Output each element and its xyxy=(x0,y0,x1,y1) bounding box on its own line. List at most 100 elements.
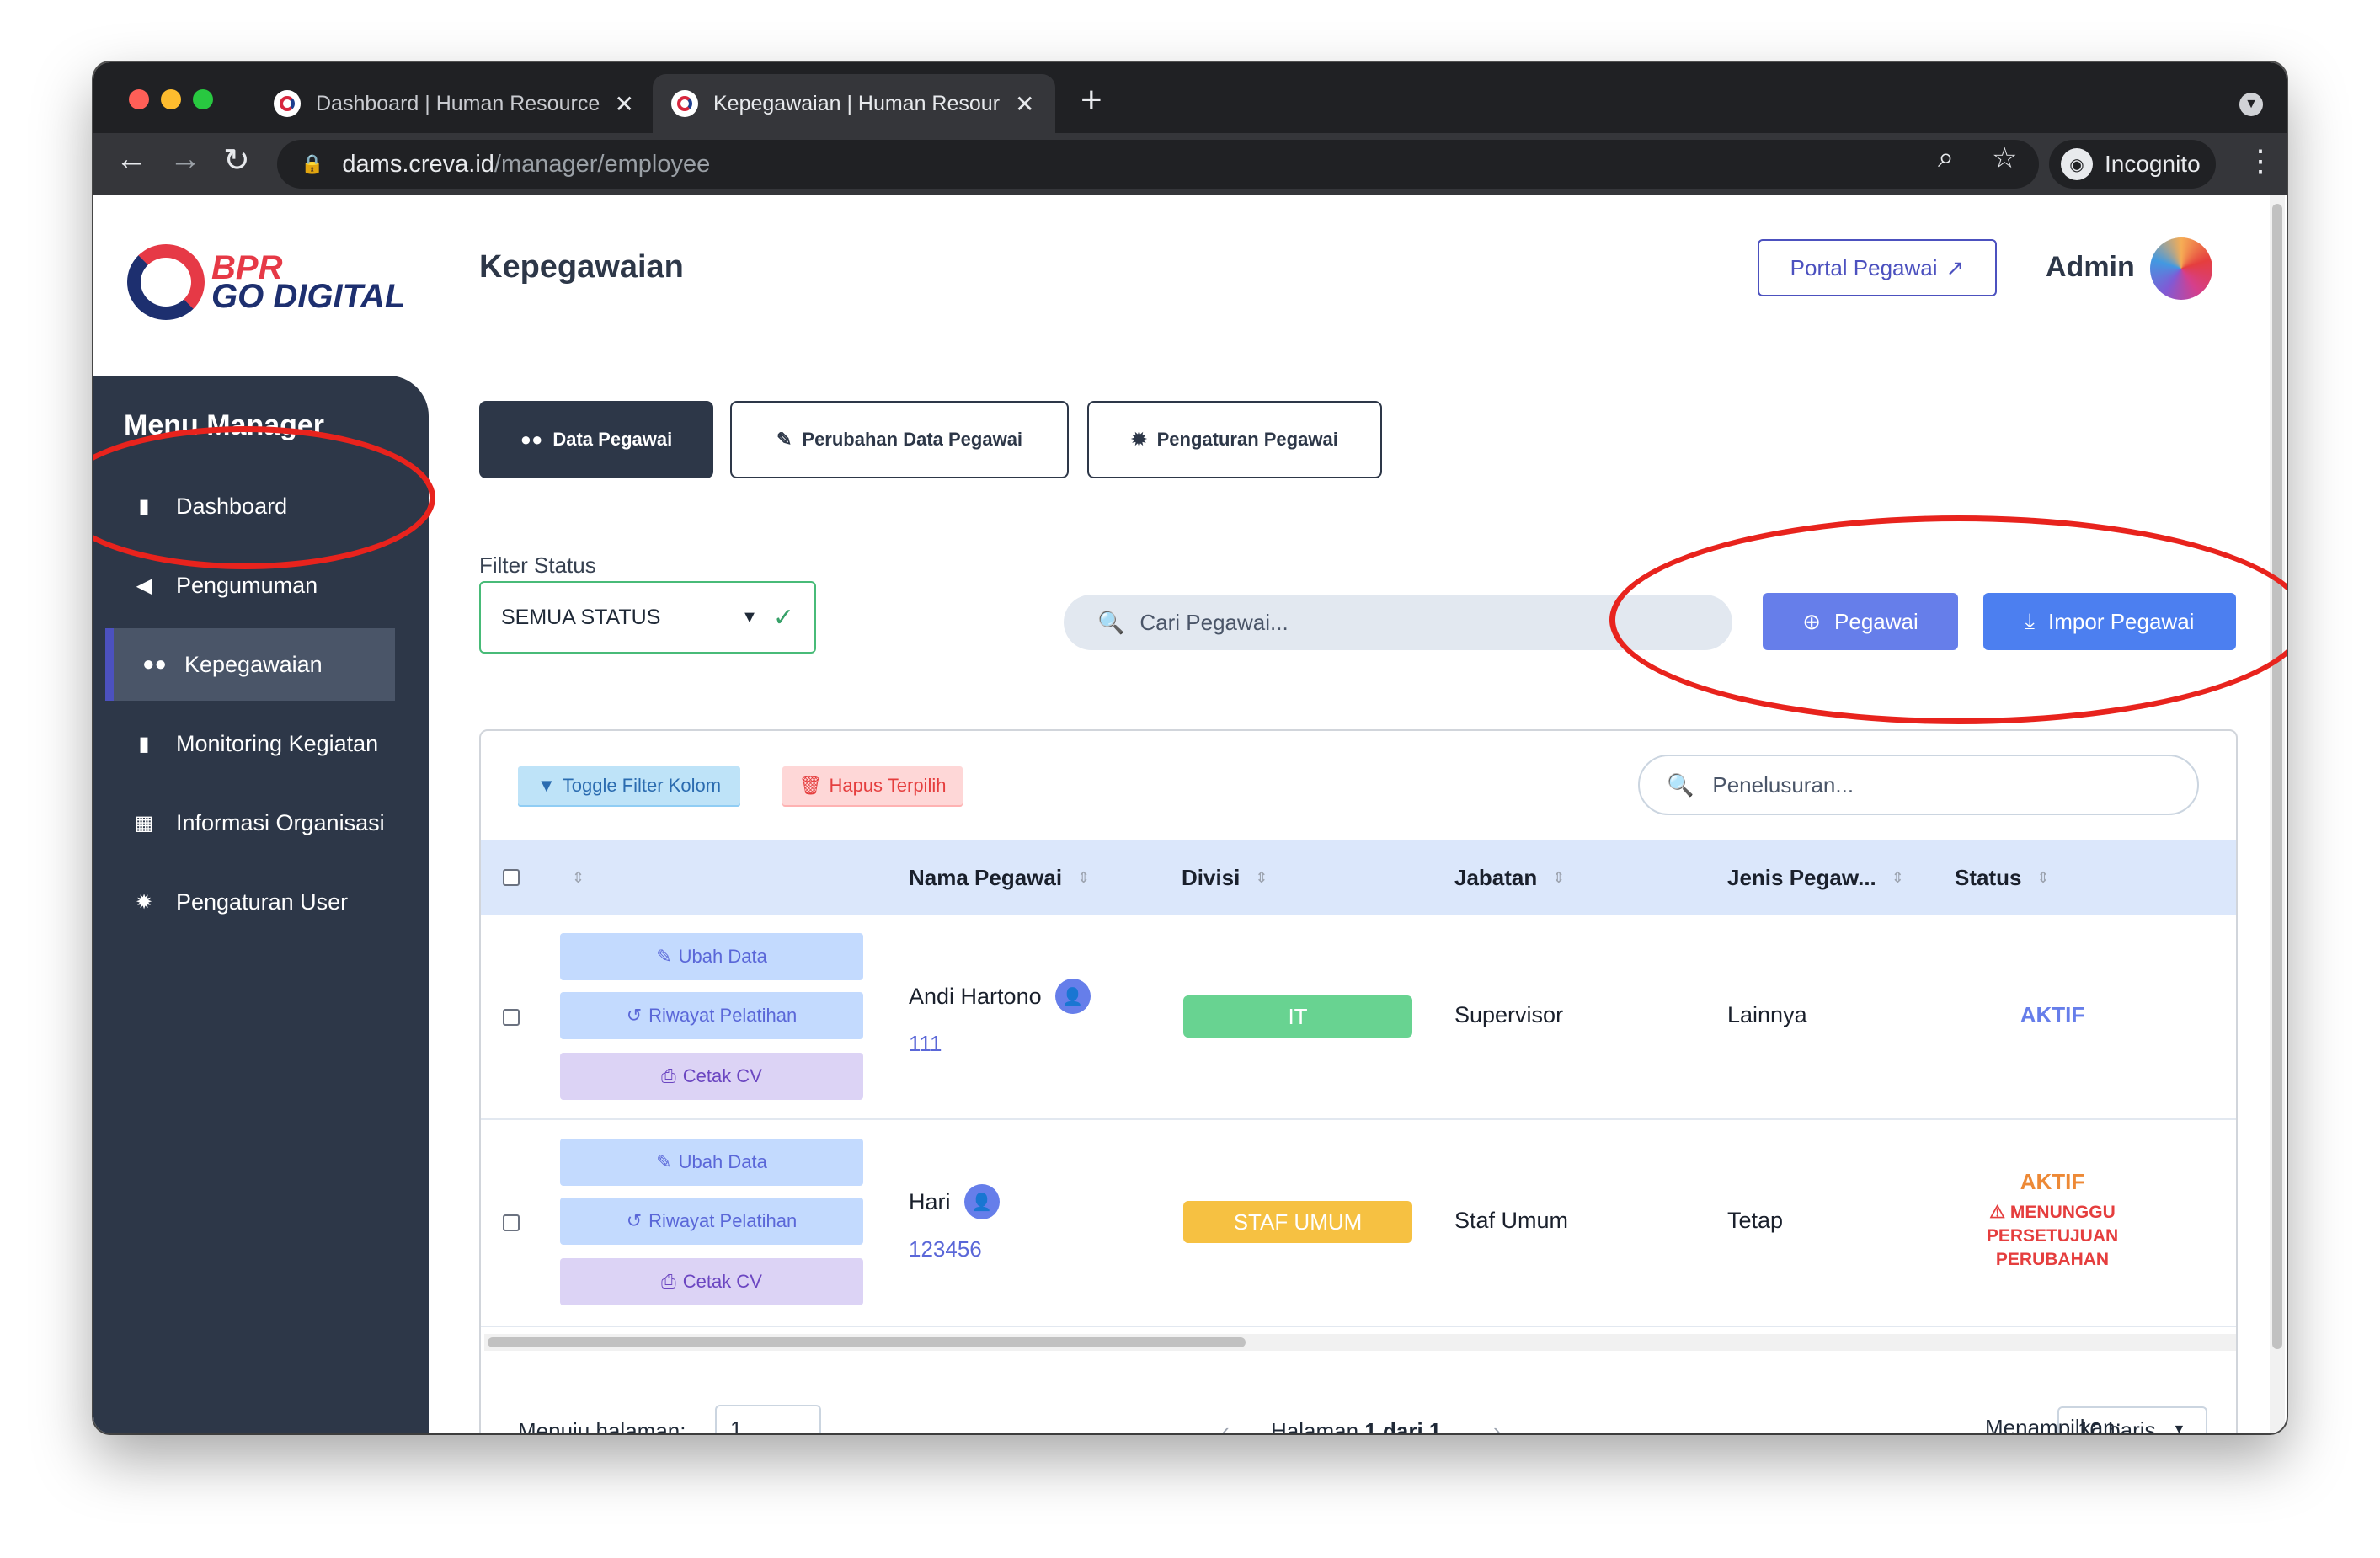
select-all-checkbox[interactable] xyxy=(503,869,520,886)
table-search-input[interactable]: 🔍 Penelusuran... xyxy=(1638,755,2199,815)
tab-pengaturan-pegawai[interactable]: ✹ Pengaturan Pegawai xyxy=(1087,401,1382,478)
filter-status-label: Filter Status xyxy=(479,552,596,578)
incognito-indicator[interactable]: ◉ Incognito xyxy=(2049,140,2216,189)
sidebar-item-monitoring-kegiatan[interactable]: ▮ Monitoring Kegiatan xyxy=(124,707,414,780)
goto-page-value: 1 xyxy=(730,1417,743,1433)
sidebar-item-pengaturan-user[interactable]: ✹ Pengaturan User xyxy=(124,866,414,938)
next-page-icon[interactable]: › xyxy=(1493,1418,1501,1433)
employee-id-link[interactable]: 123456 xyxy=(909,1236,982,1262)
sidebar-item-informasi-organisasi[interactable]: ▦ Informasi Organisasi xyxy=(124,787,414,859)
tab-kepegawaian[interactable]: Kepegawaian | Human Resource ✕ xyxy=(653,74,1055,133)
goto-page-label: Menuju halaman: xyxy=(518,1418,686,1433)
sort-icon: ⇕ xyxy=(2036,868,2050,886)
edit-label: Ubah Data xyxy=(678,1151,767,1172)
sort-actions-column[interactable]: ⇕ xyxy=(572,840,584,915)
search-icon: 🔍 xyxy=(1097,609,1125,635)
rows-per-page-select[interactable]: 10 baris ▼ xyxy=(2057,1406,2207,1433)
sort-icon: ⇕ xyxy=(1077,868,1091,886)
status-badge: AKTIF xyxy=(2020,1002,2085,1027)
sort-icon: ⇕ xyxy=(1552,868,1566,886)
reload-icon[interactable]: ↻ xyxy=(223,141,250,179)
tab-perubahan-data-pegawai[interactable]: ✎ Perubahan Data Pegawai xyxy=(730,401,1069,478)
close-tab-icon[interactable]: ✕ xyxy=(615,90,634,118)
close-tab-icon[interactable]: ✕ xyxy=(1015,90,1034,118)
url-host: dams.creva.id xyxy=(342,150,494,178)
zoom-icon[interactable]: ⌕ xyxy=(1938,141,1954,174)
row-checkbox[interactable] xyxy=(503,1009,520,1026)
bookmark-star-icon[interactable]: ☆ xyxy=(1992,141,2017,175)
sidebar-item-label: Informasi Organisasi xyxy=(176,809,385,835)
delete-selected-button[interactable]: 🗑 Hapus Terpilih xyxy=(782,766,963,805)
delete-selected-label: Hapus Terpilih xyxy=(829,775,947,796)
tab-data-pegawai[interactable]: ●● Data Pegawai xyxy=(479,401,713,478)
building-icon: ▦ xyxy=(134,811,154,835)
column-jabatan[interactable]: Jabatan ⇕ xyxy=(1454,840,1565,915)
column-jenis-pegawai[interactable]: Jenis Pegaw... ⇕ xyxy=(1727,840,1904,915)
page-title: Kepegawaian xyxy=(479,249,684,285)
back-icon[interactable]: ← xyxy=(115,141,147,178)
pencil-icon: ✎ xyxy=(656,946,672,967)
sort-icon: ⇕ xyxy=(1891,868,1904,886)
user-edit-icon[interactable]: 👤 xyxy=(963,1184,1000,1219)
print-cv-button[interactable]: ⎙ Cetak CV xyxy=(560,1258,863,1305)
goto-page-input[interactable]: 1 xyxy=(715,1405,821,1433)
employee-name: Andi Hartono 👤 xyxy=(909,979,1091,1014)
user-edit-icon[interactable]: 👤 xyxy=(1054,979,1091,1014)
tab-dashboard[interactable]: Dashboard | Human Resource I ✕ xyxy=(255,74,653,133)
edit-data-button[interactable]: ✎ Ubah Data xyxy=(560,933,863,980)
edit-label: Ubah Data xyxy=(678,946,767,967)
division-badge: STAF UMUM xyxy=(1183,1201,1412,1243)
browser-menu-icon[interactable]: ⋮ xyxy=(2245,143,2276,179)
column-status[interactable]: Status ⇕ xyxy=(1955,840,2050,915)
training-history-button[interactable]: ↺ Riwayat Pelatihan xyxy=(560,992,863,1039)
filter-status-select[interactable]: SEMUA STATUS ▼ ✓ xyxy=(479,581,816,654)
close-window-button[interactable] xyxy=(129,89,149,109)
url-path: /manager/employee xyxy=(494,150,711,178)
browser-toolbar: ← → ↻ 🔒 dams.creva.id/manager/employee ⌕… xyxy=(93,133,2287,195)
search-placeholder: Cari Pegawai... xyxy=(1139,609,1289,635)
minimize-window-button[interactable] xyxy=(161,89,181,109)
caret-down-icon: ▼ xyxy=(2172,1422,2186,1433)
address-bar[interactable]: 🔒 dams.creva.id/manager/employee xyxy=(277,140,2039,189)
check-icon: ✓ xyxy=(772,603,794,632)
forward-icon[interactable]: → xyxy=(169,141,201,178)
training-history-button[interactable]: ↺ Riwayat Pelatihan xyxy=(560,1198,863,1245)
page-prefix: Halaman xyxy=(1271,1418,1359,1433)
history-icon: ↺ xyxy=(626,1005,643,1026)
logo-line2: GO DIGITAL xyxy=(211,278,406,315)
column-divisi[interactable]: Divisi ⇕ xyxy=(1182,840,1267,915)
employee-table-card: ▼ Toggle Filter Kolom 🗑 Hapus Terpilih 🔍 Pe… xyxy=(479,729,2238,1433)
lock-icon: 🔒 xyxy=(301,153,324,174)
print-cv-button[interactable]: ⎙ Cetak CV xyxy=(560,1053,863,1100)
employee-name-text: Hari xyxy=(909,1188,951,1214)
new-tab-button[interactable]: + xyxy=(1081,79,1102,121)
table-horizontal-scrollbar[interactable] xyxy=(484,1334,2236,1351)
table-row: ✎ Ubah Data ↺ Riwayat Pelatihan ⎙ Cetak CV … xyxy=(481,915,2236,1120)
prev-page-icon[interactable]: ‹ xyxy=(1222,1418,1230,1433)
external-link-icon: ↗ xyxy=(1945,254,1965,280)
division-badge: IT xyxy=(1183,995,1412,1038)
sort-icon: ⇕ xyxy=(572,868,585,886)
tab-search-icon[interactable]: ▼ xyxy=(2239,93,2263,116)
sidebar-item-kepegawaian[interactable]: ●● Kepegawaian xyxy=(105,628,395,701)
edit-data-button[interactable]: ✎ Ubah Data xyxy=(560,1139,863,1186)
avatar[interactable] xyxy=(2150,237,2212,300)
bpr-go-digital-logo[interactable]: BPR GO DIGITAL xyxy=(127,244,405,320)
portal-pegawai-button[interactable]: Portal Pegawai ↗ xyxy=(1758,239,1997,296)
column-nama-pegawai[interactable]: Nama Pegawai ⇕ xyxy=(909,840,1090,915)
page-scrollbar[interactable] xyxy=(2270,195,2285,1433)
sidebar-item-label: Monitoring Kegiatan xyxy=(176,730,379,756)
maximize-window-button[interactable] xyxy=(193,89,213,109)
status-badge: AKTIF xyxy=(2020,1169,2085,1194)
employment-type-cell: Lainnya xyxy=(1727,1002,1807,1027)
row-checkbox[interactable] xyxy=(503,1214,520,1231)
sidebar-item-label: Kepegawaian xyxy=(184,651,323,677)
printer-icon: ⎙ xyxy=(661,1065,676,1086)
table-row: ✎ Ubah Data ↺ Riwayat Pelatihan ⎙ Cetak CV … xyxy=(481,1120,2236,1327)
table-scrollbar-thumb[interactable] xyxy=(488,1337,1246,1347)
page-current: 1 dari 1 xyxy=(1364,1418,1442,1433)
employee-id-link[interactable]: 111 xyxy=(909,1031,942,1057)
trash-icon: 🗑 xyxy=(798,775,823,796)
toggle-filter-column-button[interactable]: ▼ Toggle Filter Kolom xyxy=(518,766,740,805)
page-scrollbar-thumb[interactable] xyxy=(2272,204,2282,1349)
